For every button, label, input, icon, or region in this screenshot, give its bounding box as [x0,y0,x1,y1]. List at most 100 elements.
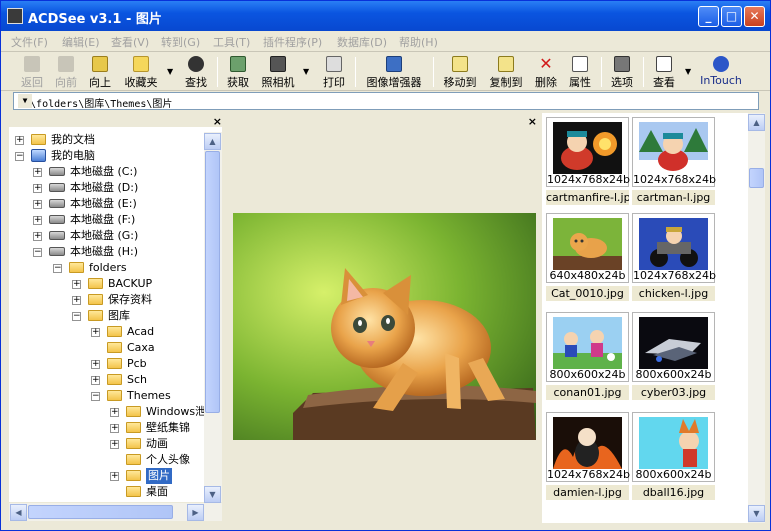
view-dropdown-icon[interactable]: ▼ [685,67,691,76]
tree-scroll-left-icon[interactable]: ◀ [10,504,27,521]
expand-icon[interactable]: + [72,296,81,305]
favorites-button[interactable]: 收藏夹 [119,54,163,90]
menu-file[interactable]: 文件(F) [11,34,48,50]
close-button[interactable]: ✕ [744,6,765,27]
expand-icon[interactable]: + [72,280,81,289]
collapse-icon[interactable]: − [33,248,42,257]
thumbnail-item[interactable]: 800x600x24b cyber03.jpg [632,312,715,400]
thumbnail-item[interactable]: 800x600x24b conan01.jpg [546,312,629,400]
menu-help[interactable]: 帮助(H) [399,34,438,50]
print-button[interactable]: 打印 [319,54,349,90]
thumbnail-scroll-thumb[interactable] [749,168,764,188]
expand-icon[interactable]: + [91,328,100,337]
toolbar: 返回 向前 向上 收藏夹 ▼ 查找 获取 照相机 ▼ 打印 图像增强器 移动到 … [1,53,770,91]
acquire-button[interactable]: 获取 [223,54,253,90]
folder-tree[interactable]: + 我的文档 − 我的电脑 + 本地磁盘 (C:) + 本地磁盘 (D:) + … [9,127,222,502]
preview-close-button[interactable]: × [528,115,537,128]
expand-icon[interactable]: + [91,376,100,385]
expand-icon[interactable]: + [33,184,42,193]
thumbnail-image [639,122,708,174]
tree-scroll-up-icon[interactable]: ▲ [204,133,221,150]
folder-icon [88,310,103,321]
maximize-button[interactable]: □ [721,6,742,27]
camera-dropdown-icon[interactable]: ▼ [303,67,309,76]
favorites-dropdown-icon[interactable]: ▼ [167,67,173,76]
thumbnail-image [639,317,708,369]
thumbnail-scroll-up-icon[interactable]: ▲ [748,114,765,131]
title-bar[interactable]: ACDSee v3.1 - 图片 _ □ ✕ [1,1,770,31]
enhance-button[interactable]: 图像增强器 [361,54,427,90]
tree-scroll-right-icon[interactable]: ▶ [187,504,204,521]
folder-icon [107,374,122,385]
back-button[interactable]: 返回 [15,54,49,90]
thumbnail-item[interactable]: 1024x768x24b chicken-l.jpg [632,213,716,301]
thumbnail-frame: 800x600x24b [546,312,629,382]
expand-icon[interactable]: + [33,200,42,209]
find-button[interactable]: 查找 [181,54,211,90]
thumbnail-frame: 1024x768x24b [632,213,716,283]
thumbnail-image [553,417,622,469]
thumbnail-item[interactable]: 1024x768x24b cartman-l.jpg [632,117,716,205]
menu-tools[interactable]: 工具(T) [213,34,250,50]
thumbnail-item[interactable]: 1024x768x24b cartmanfire-l.jpg [546,117,630,205]
toolbar-separator [355,57,356,87]
menu-database[interactable]: 数据库(D) [337,34,387,50]
options-button[interactable]: 选项 [607,54,637,90]
camera-icon [270,56,286,72]
app-icon[interactable] [7,8,23,24]
expand-icon[interactable]: + [33,168,42,177]
collapse-icon[interactable]: − [15,152,24,161]
minimize-button[interactable]: _ [698,6,719,27]
expand-icon[interactable]: + [110,408,119,417]
collapse-icon[interactable]: − [91,392,100,401]
thumbnail-filename: Cat_0010.jpg [546,286,629,301]
view-button[interactable]: 查看 [649,54,679,90]
up-button[interactable]: 向上 [85,54,115,90]
thumbnail-filename: dball16.jpg [632,485,715,500]
thumbnail-filename: conan01.jpg [546,385,629,400]
computer-icon [31,149,46,162]
thumbnail-item[interactable]: 1024x768x24b damien-l.jpg [546,412,630,500]
thumbnail-item[interactable]: 800x600x24b dball16.jpg [632,412,715,500]
collapse-icon[interactable]: − [53,264,62,273]
thumbnail-frame: 1024x768x24b [546,117,630,187]
folder-icon [126,422,141,433]
expand-icon[interactable]: + [15,136,24,145]
intouch-button[interactable]: InTouch [699,54,743,90]
properties-icon [572,56,588,72]
thumbnail-item[interactable]: 640x480x24b Cat_0010.jpg [546,213,629,301]
expand-icon[interactable]: + [110,424,119,433]
thumbnail-image [553,122,622,174]
camera-button[interactable]: 照相机 [259,54,297,90]
tree-hscroll-thumb[interactable] [28,505,173,519]
thumbnail-filename: damien-l.jpg [546,485,629,500]
collapse-icon[interactable]: − [72,312,81,321]
thumbnail-image [639,218,708,270]
thumbnail-scroll-down-icon[interactable]: ▼ [748,505,765,522]
properties-button[interactable]: 属性 [565,54,595,90]
forward-button[interactable]: 向前 [51,54,81,90]
menu-plugins[interactable]: 插件程序(P) [263,34,322,50]
expand-icon[interactable]: + [33,216,42,225]
tree-scroll-down-icon[interactable]: ▼ [204,486,221,503]
tree-scroll-thumb[interactable] [205,151,220,413]
menu-goto[interactable]: 转到(G) [161,34,200,50]
folder-icon [31,134,46,145]
move-to-button[interactable]: 移动到 [439,54,481,90]
expand-icon[interactable]: + [110,440,119,449]
address-dropdown-icon[interactable]: ▼ [18,94,32,108]
menu-view[interactable]: 查看(V) [111,34,149,50]
copy-to-button[interactable]: 复制到 [485,54,527,90]
copy-to-icon [498,56,514,72]
menu-edit[interactable]: 编辑(E) [62,34,100,50]
back-icon [24,56,40,72]
thumbnail-frame: 640x480x24b [546,213,629,283]
delete-button[interactable]: ✕ 删除 [531,54,561,90]
favorites-icon [133,56,149,72]
expand-icon[interactable]: + [33,232,42,241]
preview-image[interactable] [233,213,536,440]
folder-icon [126,438,141,449]
expand-icon[interactable]: + [91,360,100,369]
expand-icon[interactable]: + [110,472,119,481]
address-bar[interactable]: H:\folders\图库\Themes\图片 ▼ [13,92,759,110]
